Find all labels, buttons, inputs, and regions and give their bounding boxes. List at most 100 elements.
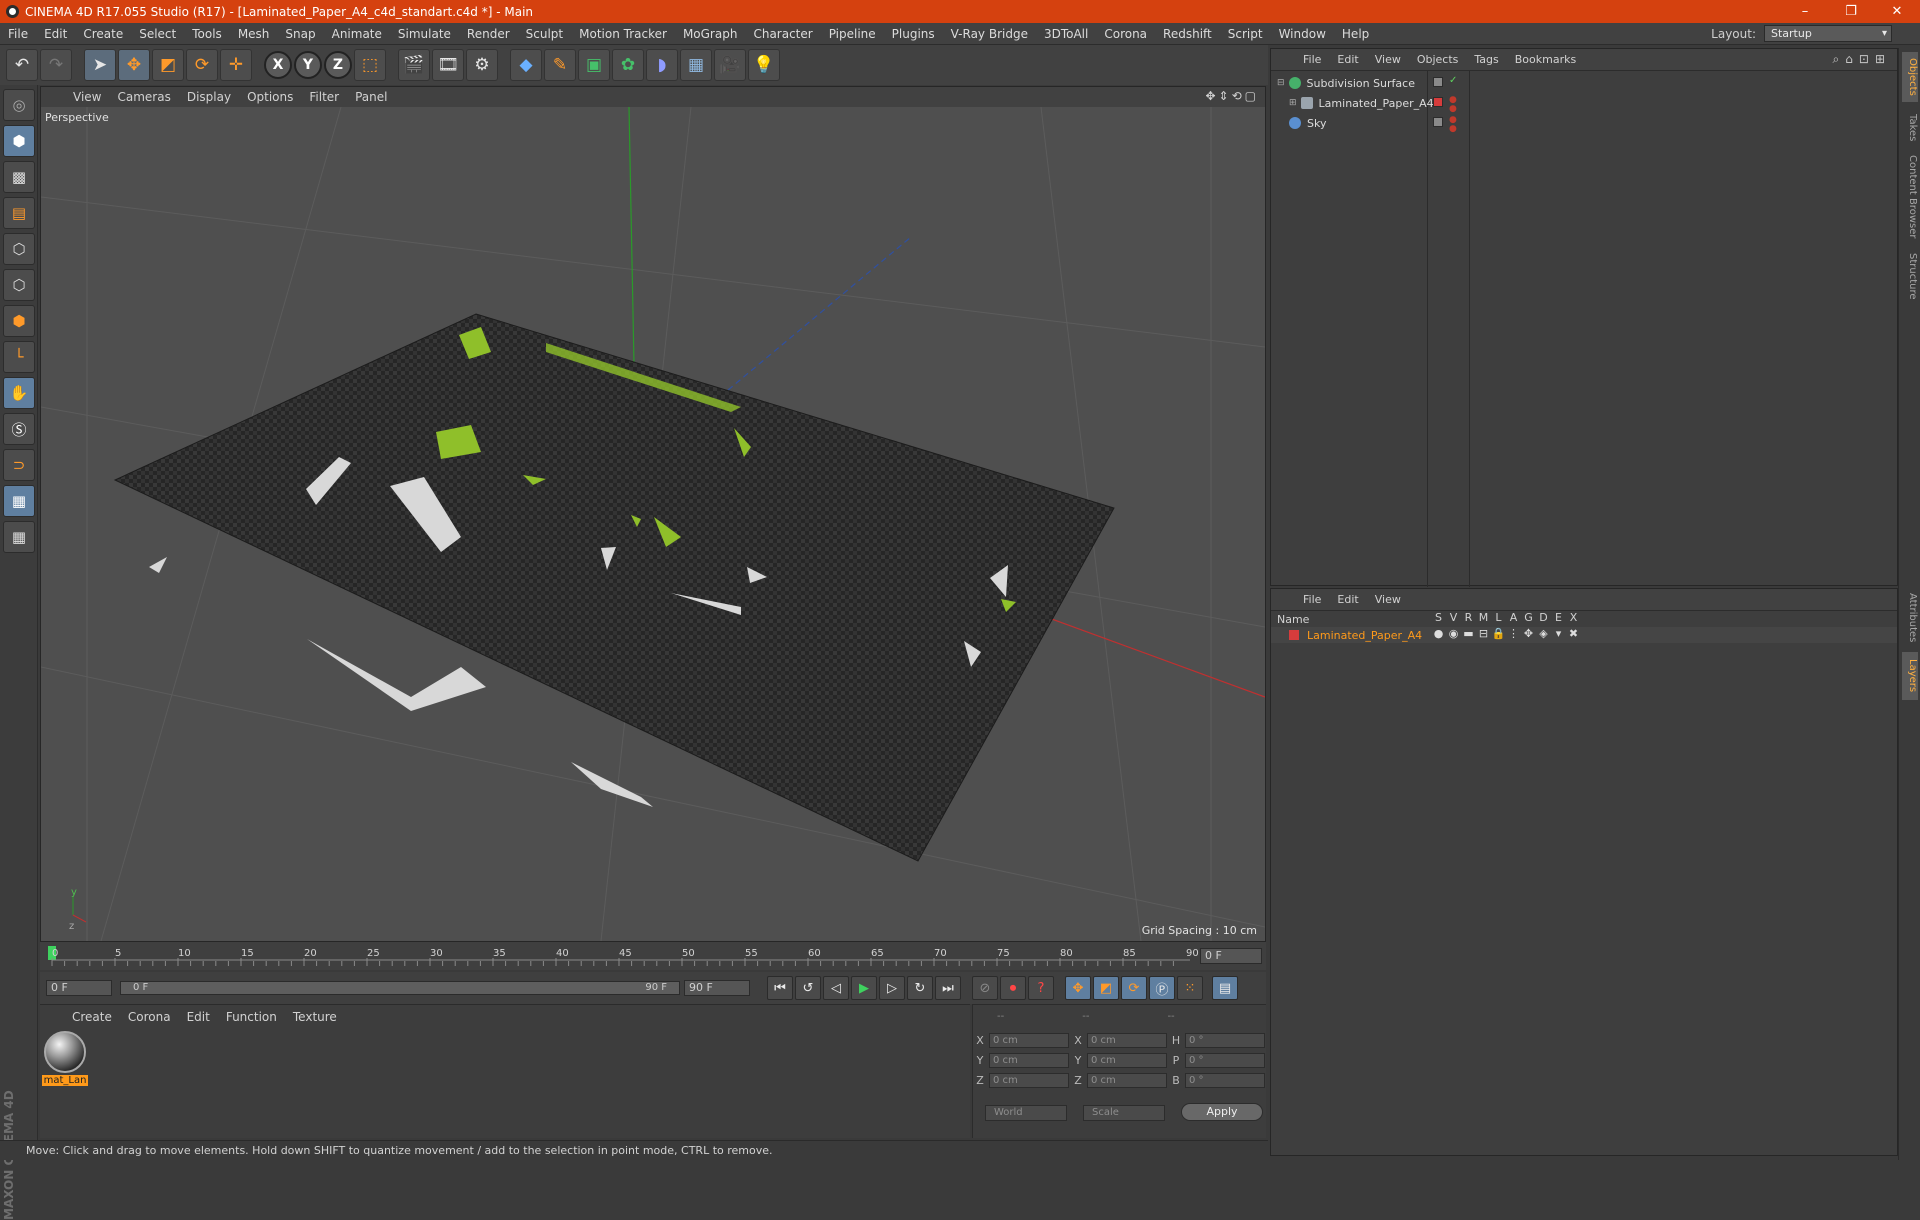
menu-character[interactable]: Character <box>745 27 820 41</box>
record-keys-icon[interactable]: ⊘ <box>972 976 998 1000</box>
tab-objects[interactable]: Objects <box>1902 52 1918 102</box>
layer-visible-toggle[interactable]: ◉ <box>1446 627 1461 640</box>
tab-structure[interactable]: Structure <box>1902 246 1918 306</box>
x-axis-lock-icon[interactable]: X <box>264 51 292 79</box>
objects-menu-file[interactable]: File <box>1295 53 1329 66</box>
layer-lock-toggle[interactable]: 🔒 <box>1491 627 1506 640</box>
menu-animate[interactable]: Animate <box>324 27 390 41</box>
grid-snap-icon[interactable]: ▦ <box>3 521 35 553</box>
enabled-check-icon[interactable]: ✓ <box>1449 75 1457 86</box>
tab-attributes[interactable]: Attributes <box>1902 588 1918 648</box>
solo-mode-icon[interactable]: Ⓢ <box>3 413 35 445</box>
minimize-button[interactable]: – <box>1782 0 1828 23</box>
key-rotation-icon[interactable]: ⟳ <box>1121 976 1147 1000</box>
layer-xref-toggle[interactable]: ✖ <box>1566 627 1581 640</box>
menu-pipeline[interactable]: Pipeline <box>821 27 884 41</box>
render-view-icon[interactable]: 🎬 <box>398 49 430 81</box>
coordinate-system-select[interactable]: World <box>985 1105 1067 1121</box>
points-mode-icon[interactable]: ⬡ <box>3 233 35 265</box>
menu-redshift[interactable]: Redshift <box>1155 27 1220 41</box>
go-to-end-icon[interactable]: ⏭ <box>935 976 961 1000</box>
layer-expression-toggle[interactable]: ▾ <box>1551 627 1566 640</box>
menu-snap[interactable]: Snap <box>277 27 323 41</box>
layer-animation-toggle[interactable]: ⋮ <box>1506 627 1521 640</box>
material-menu-texture[interactable]: Texture <box>285 1010 345 1024</box>
layer-color-swatch[interactable] <box>1289 630 1299 640</box>
undo-icon[interactable]: ↶ <box>6 49 38 81</box>
deformer-icon[interactable]: ◗ <box>646 49 678 81</box>
menu-tools[interactable]: Tools <box>184 27 230 41</box>
menu-sculpt[interactable]: Sculpt <box>518 27 571 41</box>
rotation-h-field[interactable]: 0 ° <box>1185 1033 1265 1048</box>
layer-row[interactable]: Laminated_Paper_A4 ● ◉ ▬ ⊟ 🔒 ⋮ ✥ ◈ ▾ ✖ <box>1271 627 1897 643</box>
tweak-mode-icon[interactable]: ✋ <box>3 377 35 409</box>
frame-range-slider[interactable]: 0 F 90 F <box>120 981 680 995</box>
menu-create[interactable]: Create <box>75 27 131 41</box>
visibility-dots-icon[interactable]: ● ● <box>1449 96 1457 114</box>
viewport-menu-panel[interactable]: Panel <box>347 90 395 104</box>
start-frame-field[interactable]: 0 F <box>46 980 112 996</box>
position-z-field[interactable]: 0 cm <box>989 1073 1069 1088</box>
menu-select[interactable]: Select <box>131 27 184 41</box>
scale-mode-select[interactable]: Scale <box>1083 1105 1165 1121</box>
timeline-ruler[interactable]: 0 5 10 15 20 25 30 35 40 45 50 55 60 65 70 75 80 85 90 0 F <box>40 942 1266 970</box>
polygons-mode-icon[interactable]: ⬢ <box>3 305 35 337</box>
menu-script[interactable]: Script <box>1220 27 1271 41</box>
object-manager-tool-icons[interactable]: ⌕⌂⊡⊞ <box>1833 52 1891 67</box>
objects-menu-bookmarks[interactable]: Bookmarks <box>1507 53 1584 66</box>
restore-button[interactable]: ❐ <box>1828 0 1874 23</box>
size-z-field[interactable]: 0 cm <box>1087 1073 1167 1088</box>
spline-pen-icon[interactable]: ✎ <box>544 49 576 81</box>
menu-render[interactable]: Render <box>459 27 518 41</box>
layout-select[interactable]: Startup <box>1764 25 1892 42</box>
menu-plugins[interactable]: Plugins <box>884 27 943 41</box>
key-scale-icon[interactable]: ◩ <box>1093 976 1119 1000</box>
end-frame-field[interactable]: 90 F <box>684 980 750 996</box>
model-mode-icon[interactable]: ⬢ <box>3 125 35 157</box>
move-tool-icon[interactable]: ✥ <box>118 49 150 81</box>
key-parameter-icon[interactable]: Ⓟ <box>1149 976 1175 1000</box>
viewport-menu-options[interactable]: Options <box>239 90 301 104</box>
layers-menu-file[interactable]: File <box>1295 593 1329 606</box>
mograph-cloner-icon[interactable]: ✿ <box>612 49 644 81</box>
position-x-field[interactable]: 0 cm <box>989 1033 1069 1048</box>
axis-mode-icon[interactable]: └ <box>3 341 35 373</box>
go-to-start-icon[interactable]: ⏮ <box>767 976 793 1000</box>
render-picture-viewer-icon[interactable]: 🎞 <box>432 49 464 81</box>
autokeying-icon[interactable]: ⏺ <box>1000 976 1026 1000</box>
layer-manager-toggle[interactable]: ⊟ <box>1476 627 1491 640</box>
next-keyframe-icon[interactable]: ↻ <box>907 976 933 1000</box>
viewport-menu-filter[interactable]: Filter <box>301 90 347 104</box>
size-y-field[interactable]: 0 cm <box>1087 1053 1167 1068</box>
apply-button[interactable]: Apply <box>1181 1103 1263 1121</box>
subdivision-surface-icon[interactable]: ▣ <box>578 49 610 81</box>
object-row[interactable]: ⊟ Subdivision Surface ✓ <box>1271 73 1897 93</box>
menu-file[interactable]: File <box>0 27 36 41</box>
viewport-menu-display[interactable]: Display <box>179 90 239 104</box>
close-button[interactable]: ✕ <box>1874 0 1920 23</box>
menu-3dtoall[interactable]: 3DToAll <box>1036 27 1096 41</box>
cube-primitive-icon[interactable]: ◆ <box>510 49 542 81</box>
viewport-navigation-icons[interactable]: ✥⇕⟲▢ <box>1205 89 1259 103</box>
menu-vray-bridge[interactable]: V-Ray Bridge <box>943 27 1036 41</box>
rotation-b-field[interactable]: 0 ° <box>1185 1073 1265 1088</box>
viewport-menu-cameras[interactable]: Cameras <box>109 90 178 104</box>
material-menu-create[interactable]: Create <box>64 1010 120 1024</box>
menu-help[interactable]: Help <box>1334 27 1377 41</box>
next-frame-icon[interactable]: ▷ <box>879 976 905 1000</box>
camera-icon[interactable]: 🎥 <box>714 49 746 81</box>
key-position-icon[interactable]: ✥ <box>1065 976 1091 1000</box>
object-row[interactable]: Sky ● ● <box>1271 113 1897 134</box>
select-arrow-icon[interactable]: ➤ <box>84 49 116 81</box>
tab-takes[interactable]: Takes <box>1902 108 1918 148</box>
texture-mode-icon[interactable]: ▩ <box>3 161 35 193</box>
objects-menu-edit[interactable]: Edit <box>1329 53 1366 66</box>
layer-render-toggle[interactable]: ▬ <box>1461 627 1476 640</box>
tab-content-browser[interactable]: Content Browser <box>1902 152 1918 242</box>
layer-deformer-toggle[interactable]: ◈ <box>1536 627 1551 640</box>
rotate-tool-icon[interactable]: ⟳ <box>186 49 218 81</box>
menu-mograph[interactable]: MoGraph <box>675 27 746 41</box>
tab-layers[interactable]: Layers <box>1902 652 1918 700</box>
layers-menu-view[interactable]: View <box>1367 593 1409 606</box>
objects-menu-objects[interactable]: Objects <box>1409 53 1467 66</box>
